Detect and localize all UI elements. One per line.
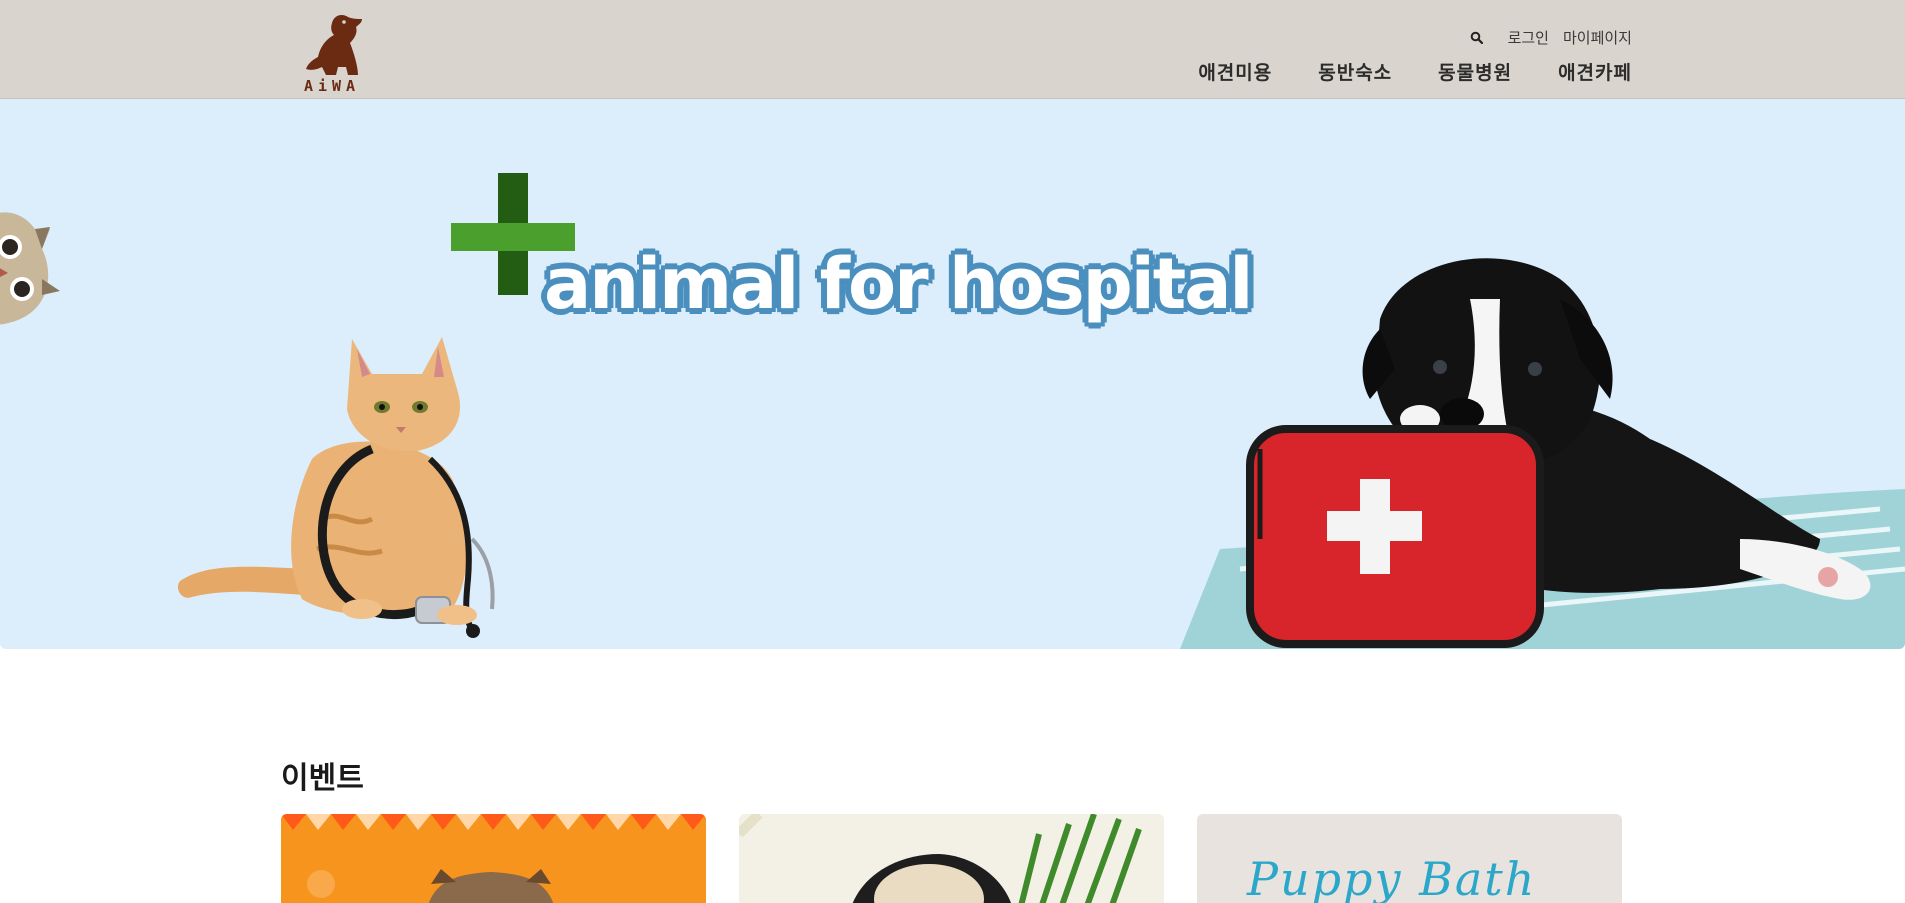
- logo-text: AiWA: [303, 77, 361, 95]
- site-header: AiWA 로그인 마이페이지 애견미용 동반숙소 동물병원 애견카페: [0, 0, 1905, 99]
- event-card-3[interactable]: Puppy Bath: [1197, 814, 1622, 903]
- peeking-cat-image: [0, 212, 60, 325]
- hero-banner: animal for hospital: [0, 99, 1905, 649]
- cat-with-stethoscope-image: [177, 337, 495, 638]
- event-card-1-image: [281, 814, 706, 903]
- login-link[interactable]: 로그인: [1508, 27, 1549, 48]
- dog-logo-icon: [306, 15, 362, 75]
- utility-nav: 로그인 마이페이지: [1466, 26, 1632, 48]
- hero-title: animal for hospital: [542, 241, 1255, 327]
- main-nav: 애견미용 동반숙소 동물병원 애견카페: [1198, 58, 1632, 85]
- page: AiWA 로그인 마이페이지 애견미용 동반숙소 동물병원 애견카페 anima…: [0, 0, 1905, 903]
- search-icon[interactable]: [1466, 26, 1488, 48]
- event-card-1[interactable]: [281, 814, 706, 903]
- puppy-bath-caption: Puppy Bath: [1247, 852, 1537, 903]
- event-card-2[interactable]: [739, 814, 1164, 903]
- nav-item-cafe[interactable]: 애견카페: [1558, 58, 1632, 85]
- puppy-with-first-aid-kit-image: [1180, 258, 1905, 649]
- event-card-2-image: [739, 814, 1164, 903]
- events-section-title: 이벤트: [281, 761, 364, 796]
- nav-item-lodging[interactable]: 동반숙소: [1318, 58, 1392, 85]
- mypage-link[interactable]: 마이페이지: [1563, 27, 1632, 48]
- nav-item-hospital[interactable]: 동물병원: [1438, 58, 1512, 85]
- nav-item-grooming[interactable]: 애견미용: [1198, 58, 1272, 85]
- logo[interactable]: AiWA: [296, 11, 368, 95]
